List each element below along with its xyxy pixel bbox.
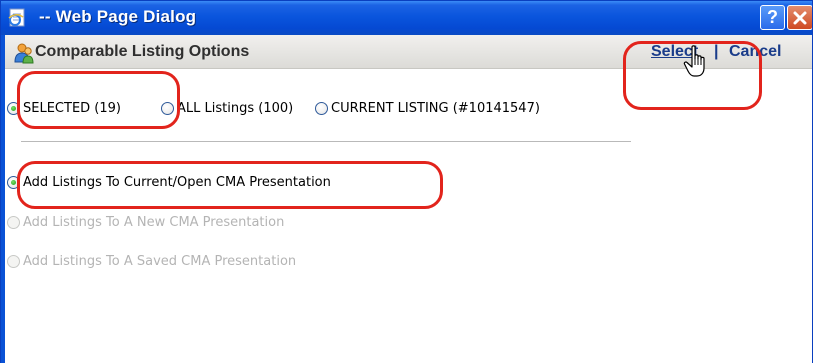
close-icon	[793, 11, 807, 25]
link-separator: |	[714, 43, 719, 60]
radio-current-listing[interactable]	[315, 102, 328, 115]
scope-option-label: CURRENT LISTING (#10141547)	[331, 101, 540, 116]
hand-cursor-icon	[683, 45, 705, 77]
scope-option-label: ALL Listings (100)	[177, 101, 294, 116]
radio-all-listings[interactable]	[161, 102, 174, 115]
radio-selected[interactable]	[7, 102, 20, 115]
people-icon	[14, 43, 34, 64]
close-button[interactable]	[787, 5, 812, 30]
action-option-current-cma[interactable]: Add Listings To Current/Open CMA Present…	[7, 175, 331, 190]
dialog-content: Comparable Listing Options Select | Canc…	[5, 35, 812, 363]
radio-add-new-cma[interactable]	[7, 216, 20, 229]
action-option-label: Add Listings To A New CMA Presentation	[23, 215, 285, 230]
help-button[interactable]: ?	[760, 5, 785, 30]
title-bar[interactable]: -- Web Page Dialog ?	[1, 1, 812, 35]
section-divider	[21, 141, 631, 142]
scope-option-current[interactable]: CURRENT LISTING (#10141547)	[315, 101, 540, 116]
dialog-window: -- Web Page Dialog ? Comparable Listing …	[0, 0, 813, 363]
window-title: -- Web Page Dialog	[39, 7, 197, 26]
scope-option-all[interactable]: ALL Listings (100)	[161, 101, 293, 116]
action-option-saved-cma[interactable]: Add Listings To A Saved CMA Presentation	[7, 254, 296, 269]
scope-option-label: SELECTED (19)	[23, 101, 121, 116]
action-option-label: Add Listings To Current/Open CMA Present…	[23, 175, 331, 190]
action-option-new-cma[interactable]: Add Listings To A New CMA Presentation	[7, 215, 284, 230]
cancel-link[interactable]: Cancel	[729, 43, 781, 61]
ie-document-icon	[8, 8, 25, 27]
radio-add-current-cma[interactable]	[7, 176, 20, 189]
radio-add-saved-cma[interactable]	[7, 255, 20, 268]
scope-option-selected[interactable]: SELECTED (19)	[7, 101, 121, 116]
options-heading: Comparable Listing Options	[35, 43, 250, 60]
action-option-label: Add Listings To A Saved CMA Presentation	[23, 254, 297, 269]
